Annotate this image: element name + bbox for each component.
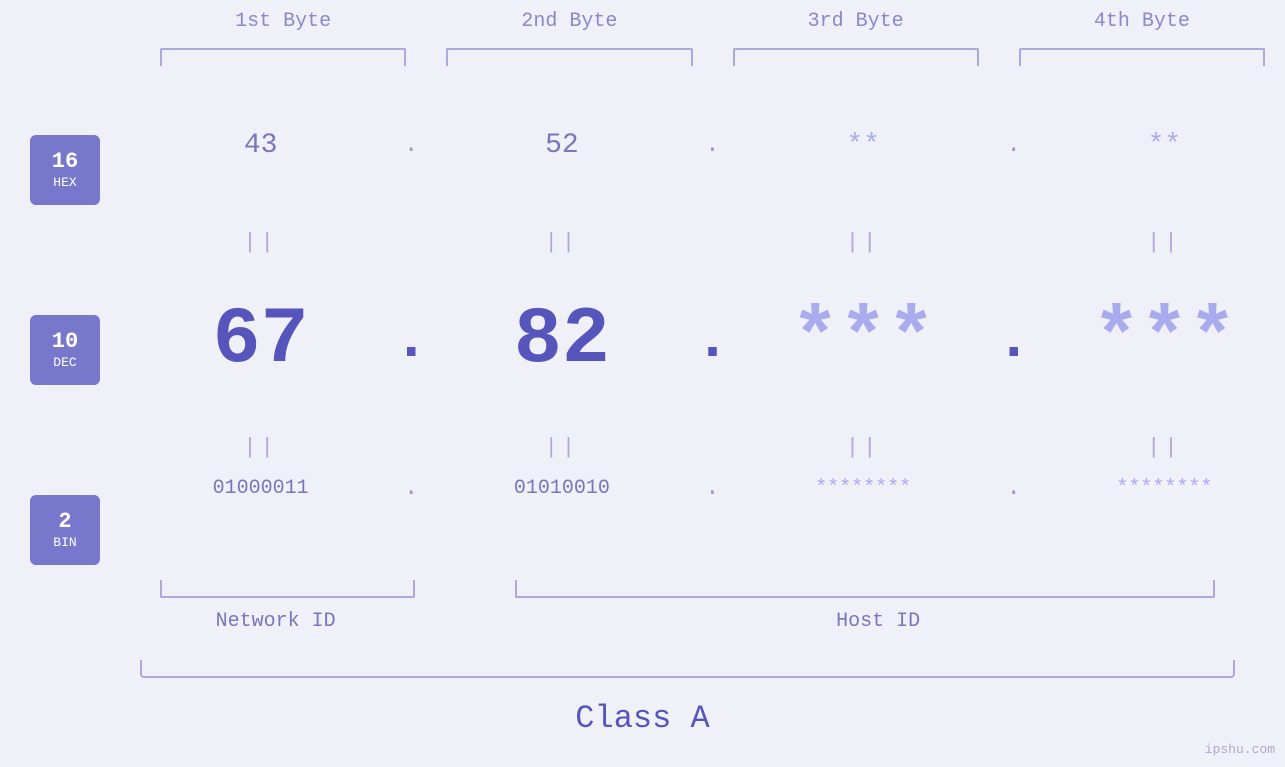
eq1-b2: || xyxy=(441,230,682,255)
network-bracket xyxy=(160,580,415,598)
bin-row: 01000011 . 01010010 . ******** . *******… xyxy=(140,475,1285,502)
eq1-b4: || xyxy=(1044,230,1285,255)
col-header-1: 1st Byte xyxy=(140,10,426,37)
hex-badge-label: HEX xyxy=(53,175,76,190)
class-bracket xyxy=(140,660,1235,678)
bin-badge-num: 2 xyxy=(58,510,71,534)
hex-dot1: . xyxy=(381,132,441,159)
host-id-label: Host ID xyxy=(471,610,1285,633)
eq-row-1: || || || || xyxy=(140,230,1285,255)
eq1-b3: || xyxy=(743,230,984,255)
bin-dot1: . xyxy=(381,475,441,502)
eq2-b4: || xyxy=(1044,435,1285,460)
col-header-3: 3rd Byte xyxy=(713,10,999,37)
bin-badge: 2 BIN xyxy=(30,495,100,565)
hex-byte3: ** xyxy=(743,130,984,161)
class-label: Class A xyxy=(0,700,1285,737)
bin-dot2: . xyxy=(683,475,743,502)
eq2-b2: || xyxy=(441,435,682,460)
bin-byte1: 01000011 xyxy=(140,477,381,500)
eq2-b3: || xyxy=(743,435,984,460)
dec-badge-num: 10 xyxy=(52,330,78,354)
dec-byte2: 82 xyxy=(441,295,682,386)
bin-byte3: ******** xyxy=(743,477,984,500)
col-header-4: 4th Byte xyxy=(999,10,1285,37)
top-bracket-row xyxy=(140,48,1285,66)
hex-badge-num: 16 xyxy=(52,150,78,174)
network-id-label: Network ID xyxy=(140,610,411,633)
eq1-b1: || xyxy=(140,230,381,255)
dec-dot3: . xyxy=(984,307,1044,375)
hex-byte4: ** xyxy=(1044,130,1285,161)
eq-row-2: || || || || xyxy=(140,435,1285,460)
bracket-2 xyxy=(446,48,692,66)
hex-row: 43 . 52 . ** . ** xyxy=(140,130,1285,161)
eq2-b1: || xyxy=(140,435,381,460)
hex-dot3: . xyxy=(984,132,1044,159)
bin-byte2: 01010010 xyxy=(441,477,682,500)
hex-badge: 16 HEX xyxy=(30,135,100,205)
bottom-bracket-area xyxy=(140,580,1235,598)
bin-badge-label: BIN xyxy=(53,535,76,550)
bracket-4 xyxy=(1019,48,1265,66)
id-label-row: Network ID Host ID xyxy=(140,610,1285,633)
dec-badge: 10 DEC xyxy=(30,315,100,385)
header-row: 1st Byte 2nd Byte 3rd Byte 4th Byte xyxy=(140,10,1285,37)
main-container: 1st Byte 2nd Byte 3rd Byte 4th Byte 16 H… xyxy=(0,0,1285,767)
dec-badge-label: DEC xyxy=(53,355,76,370)
bracket-1 xyxy=(160,48,406,66)
dec-dot2: . xyxy=(683,307,743,375)
hex-byte1: 43 xyxy=(140,130,381,161)
watermark: ipshu.com xyxy=(1205,742,1275,757)
bin-byte4: ******** xyxy=(1044,477,1285,500)
bracket-3 xyxy=(733,48,979,66)
dec-row: 67 . 82 . *** . *** xyxy=(140,295,1285,386)
host-bracket xyxy=(515,580,1215,598)
bin-dot3: . xyxy=(984,475,1044,502)
dec-byte1: 67 xyxy=(140,295,381,386)
badges-column: 16 HEX 10 DEC 2 BIN xyxy=(30,0,100,620)
hex-dot2: . xyxy=(683,132,743,159)
dec-byte3: *** xyxy=(743,295,984,386)
dec-dot1: . xyxy=(381,307,441,375)
dec-byte4: *** xyxy=(1044,295,1285,386)
col-header-2: 2nd Byte xyxy=(426,10,712,37)
hex-byte2: 52 xyxy=(441,130,682,161)
